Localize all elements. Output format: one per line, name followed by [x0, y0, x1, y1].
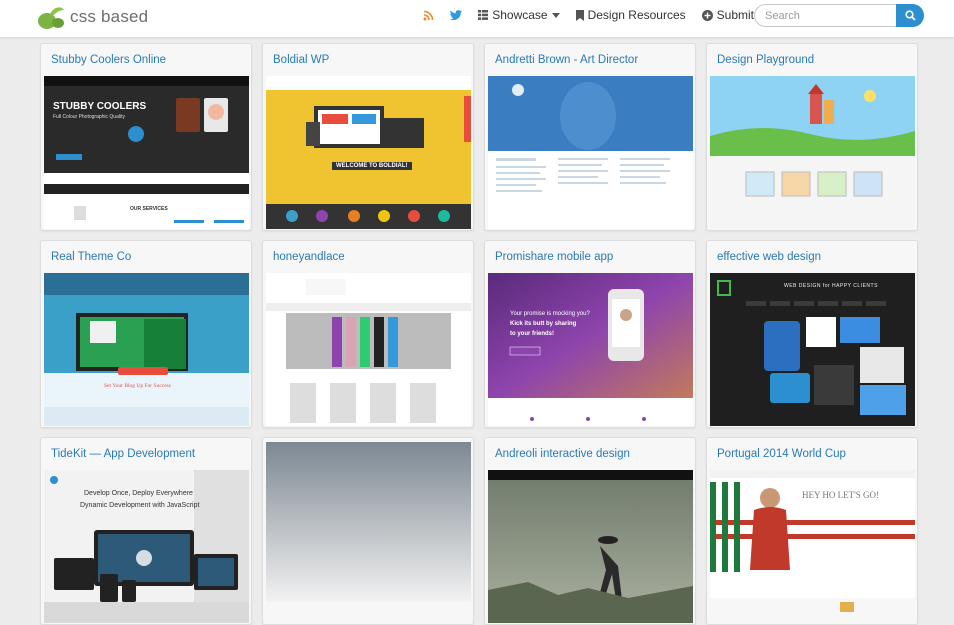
twitter-icon — [450, 10, 463, 20]
showcase-card: Promishare mobile app Your promise is mo… — [484, 240, 696, 428]
card-title[interactable]: Promishare mobile app — [495, 251, 690, 263]
card-title[interactable]: TideKit — App Development — [51, 448, 246, 460]
gradient-placeholder-thumbnail — [266, 442, 471, 602]
nav-showcase[interactable]: Showcase — [478, 8, 560, 22]
tidekit-line1: Develop Once, Deploy Everywhere — [84, 490, 193, 497]
site-logo[interactable]: css based — [36, 4, 148, 30]
card-thumbnail[interactable] — [266, 273, 471, 426]
promishare-line1: Your promise is mocking you? — [510, 311, 590, 317]
card-thumbnail[interactable]: Set Your Blog Up For Success — [44, 273, 249, 426]
card-title[interactable]: effective web design — [717, 251, 912, 263]
card-title[interactable]: Portugal 2014 World Cup — [717, 448, 912, 460]
card-title[interactable]: Real Theme Co — [51, 251, 246, 263]
andreoli-screenshot — [488, 470, 693, 623]
card-thumbnail[interactable]: STUBBY COOLERS Full Colour Photographic … — [44, 76, 249, 229]
showcase-card: Andreoli interactive design — [484, 437, 696, 625]
plus-circle-icon — [701, 9, 713, 21]
promishare-screenshot — [488, 273, 693, 426]
card-thumbnail[interactable]: WELCOME TO BOLDIAL! — [266, 76, 471, 229]
nav-twitter[interactable] — [450, 10, 463, 20]
promishare-line3: to your friends! — [510, 331, 555, 337]
search-button[interactable] — [896, 4, 924, 27]
effective-web-design-screenshot — [710, 273, 915, 426]
showcase-card: Andretti Brown - Art Director — [484, 43, 696, 231]
card-thumbnail[interactable] — [488, 76, 693, 229]
showcase-card: Design Playground — [706, 43, 918, 231]
real-signup-text: Set Your Blog Up For Success — [104, 383, 171, 389]
design-playground-screenshot — [710, 76, 915, 229]
showcase-card: Real Theme Co Set Your Blog Up For Succe… — [40, 240, 252, 428]
showcase-card — [262, 437, 474, 625]
search-input[interactable] — [754, 4, 896, 27]
card-title[interactable]: Andretti Brown - Art Director — [495, 54, 690, 66]
card-title[interactable]: Andreoli interactive design — [495, 448, 690, 460]
portugal-hey-text: HEY HO LET'S GO! — [802, 490, 880, 500]
showcase-card: Portugal 2014 World Cup HEY HO LET'S GO! — [706, 437, 918, 625]
effective-heading-text: WEB DESIGN for HAPPY CLIENTS — [784, 283, 878, 289]
boldial-screenshot — [266, 76, 471, 229]
boldial-welcome-text: WELCOME TO BOLDIAL! — [332, 162, 412, 170]
card-title[interactable]: Design Playground — [717, 54, 912, 66]
grid-icon — [478, 10, 489, 20]
nav-submit[interactable]: Submit — [701, 8, 754, 22]
main-nav: Showcase Design Resources Submit — [423, 0, 754, 30]
card-thumbnail[interactable]: HEY HO LET'S GO! — [710, 470, 915, 623]
promishare-line2: Kick its butt by sharing — [510, 321, 577, 327]
rss-icon — [423, 10, 434, 20]
nav-submit-label: Submit — [716, 8, 754, 22]
card-title[interactable]: honeyandlace — [273, 251, 468, 263]
card-thumbnail[interactable]: Your promise is mocking you? Kick its bu… — [488, 273, 693, 426]
stubby-sub-text: Full Colour Photographic Quality — [53, 114, 125, 120]
card-thumbnail[interactable]: Develop Once, Deploy Everywhere Dynamic … — [44, 470, 249, 623]
showcase-card: honeyandlace — [262, 240, 474, 428]
caret-down-icon — [551, 12, 560, 18]
honeyandlace-screenshot — [266, 273, 471, 426]
nav-rss[interactable] — [423, 10, 434, 21]
showcase-card: effective web design WEB DESIGN for HAPP… — [706, 240, 918, 428]
real-theme-screenshot — [44, 273, 249, 426]
search-icon — [904, 10, 916, 21]
leaf-bag-logo-icon — [38, 7, 64, 29]
showcase-card: TideKit — App Development Develop Once, … — [40, 437, 252, 625]
nav-design-resources-label: Design Resources — [587, 8, 686, 22]
card-thumbnail[interactable] — [488, 470, 693, 623]
andretti-brown-screenshot — [488, 76, 693, 229]
search-form — [754, 4, 924, 27]
card-thumbnail[interactable] — [710, 76, 915, 229]
logo-text: css based — [70, 7, 149, 26]
nav-design-resources[interactable]: Design Resources — [575, 8, 686, 22]
card-title[interactable]: Boldial WP — [273, 54, 468, 66]
nav-showcase-label: Showcase — [492, 8, 548, 22]
stubby-services-text: OUR SERVICES — [130, 206, 168, 212]
card-thumbnail[interactable]: WEB DESIGN for HAPPY CLIENTS — [710, 273, 915, 426]
card-thumbnail[interactable] — [266, 442, 471, 602]
card-title[interactable]: Stubby Coolers Online — [51, 54, 246, 66]
showcase-card: Boldial WP WELCOME TO BOLDIAL! — [262, 43, 474, 231]
showcase-card: Stubby Coolers Online STUBBY COOLERS Ful… — [40, 43, 252, 231]
top-navbar: css based Showcase Design Resources Subm… — [0, 0, 954, 38]
bookmark-icon — [575, 9, 584, 21]
stubby-heading-text: STUBBY COOLERS — [53, 101, 147, 112]
tidekit-line2: Dynamic Development with JavaScript — [80, 502, 200, 509]
